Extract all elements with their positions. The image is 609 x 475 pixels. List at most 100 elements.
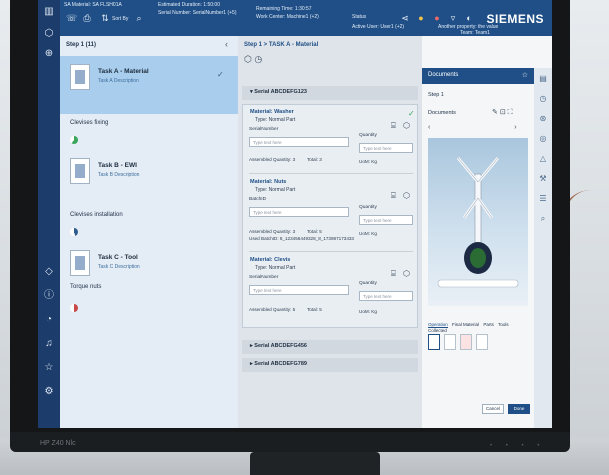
- cancel-button[interactable]: Cancel: [482, 404, 504, 414]
- scan-icon[interactable]: ⌸: [391, 269, 396, 279]
- home-icon[interactable]: ▥: [43, 6, 55, 18]
- sort-icon[interactable]: ⇅: [100, 13, 110, 23]
- settings-icon[interactable]: ⊕: [43, 48, 55, 60]
- uom: UoM: Kg: [359, 159, 377, 164]
- search-icon[interactable]: ⌕: [134, 13, 144, 23]
- check-circle-icon[interactable]: ◎: [538, 134, 548, 143]
- warning-icon[interactable]: △: [538, 154, 548, 163]
- progress-pie-icon: [70, 136, 78, 144]
- print-icon[interactable]: ⎙: [82, 13, 92, 23]
- step-header: Step 1 (11): [66, 42, 97, 48]
- clock-icon[interactable]: ◷: [254, 54, 262, 64]
- document-thumbnail[interactable]: [444, 334, 456, 350]
- scan-icon[interactable]: ⌸: [391, 121, 396, 131]
- cube-icon[interactable]: ⬡: [403, 191, 410, 200]
- cube-icon[interactable]: ⬡: [403, 269, 410, 278]
- alert-icon[interactable]: ●: [432, 13, 442, 23]
- user-icon[interactable]: ◐: [464, 13, 474, 23]
- batch-id-input[interactable]: Type text here: [249, 207, 349, 217]
- info-icon[interactable]: ⓘ: [43, 290, 55, 302]
- header-status: Status: [352, 14, 367, 20]
- task-thumbnail: [70, 250, 90, 276]
- material-type: Type: Normal Part: [255, 187, 296, 193]
- uom: UoM: Kg: [359, 309, 377, 314]
- filter-icon[interactable]: ▿: [448, 13, 458, 23]
- field-label: SerialNumber: [249, 275, 279, 280]
- scan-icon[interactable]: ⌸: [391, 191, 396, 201]
- list-icon[interactable]: ☰: [538, 194, 548, 203]
- fullscreen-icon[interactable]: ⛶: [508, 109, 513, 116]
- gear-icon[interactable]: ⚙: [43, 386, 55, 398]
- quantity-input[interactable]: Type text here: [359, 291, 413, 301]
- section-label: Torque nuts: [70, 284, 102, 290]
- task-list: Step 1 (11) ‹ Task A - Material Task A D…: [60, 36, 238, 428]
- quantity-label: Quantity: [359, 281, 377, 286]
- part-model: [437, 157, 519, 288]
- header-bar: SA Material: SA FLSH01A Estimated Durati…: [60, 0, 552, 36]
- monitor-stand: [250, 452, 380, 475]
- document-tools: ✎ ⊡ ⛶: [492, 108, 513, 117]
- task-card-a[interactable]: Task A - Material Task A Description ✓: [60, 56, 238, 114]
- task-title: Task B - EWI: [98, 162, 137, 169]
- document-thumbnail[interactable]: [460, 334, 472, 350]
- material-clevis: Material: Clevis Type: Normal Part Seria…: [243, 257, 419, 327]
- warning-icon[interactable]: ●: [416, 13, 426, 23]
- material-type: Type: Normal Part: [255, 117, 296, 123]
- fit-icon[interactable]: ⊡: [500, 109, 506, 116]
- material-title[interactable]: Material: Clevis: [250, 257, 290, 263]
- toolbar: ⬡ ◷: [244, 54, 262, 65]
- breadcrumb: Step 1 > TASK A - Material: [244, 42, 319, 48]
- tab-tools[interactable]: Tools: [498, 322, 509, 327]
- share-icon[interactable]: ⋖: [400, 13, 410, 23]
- serial-header[interactable]: ▸ Serial ABCDEFG789: [242, 358, 418, 372]
- edit-icon[interactable]: ✎: [492, 109, 498, 116]
- assembled-quantity: Assembled Quantity: 5: [249, 307, 296, 312]
- cube-icon[interactable]: ⬡: [403, 121, 410, 130]
- task-card-c[interactable]: Task C - Tool Task C Description: [60, 242, 238, 300]
- cube-icon[interactable]: ⬡: [43, 28, 55, 40]
- chart-icon[interactable]: ◔: [43, 314, 55, 326]
- total-quantity: Total: 5: [307, 229, 322, 234]
- next-icon[interactable]: ›: [514, 124, 516, 131]
- wrench-icon[interactable]: ⚒: [538, 174, 548, 183]
- star-icon[interactable]: ☆: [43, 362, 55, 374]
- header-material: SA Material: SA FLSH01A: [64, 2, 122, 8]
- document-nav: ‹ ›: [428, 124, 517, 131]
- document-thumbnail[interactable]: [476, 334, 488, 350]
- serial-panel: Material: Washer Type: Normal Part ✓ Ser…: [242, 104, 418, 328]
- task-thumbnail: [70, 158, 90, 184]
- quantity-input[interactable]: Type text here: [359, 143, 413, 153]
- tab-collected[interactable]: Collected: [428, 328, 447, 333]
- document-icon[interactable]: ▤: [538, 74, 548, 83]
- material-panel: Step 1 > TASK A - Material ⬡ ◷ ▾ Serial …: [238, 36, 422, 428]
- material-title[interactable]: Material: Nuts: [250, 179, 286, 185]
- serial-number-input[interactable]: Type text here: [249, 285, 349, 295]
- header-remaining-time: Remaining Time: 1:30:57: [256, 6, 312, 12]
- serial-header[interactable]: ▸ Serial ABCDEFG456: [242, 340, 418, 354]
- settings-icon[interactable]: ⊛: [538, 114, 548, 123]
- task-description: Task B Description: [98, 172, 140, 178]
- bell-icon[interactable]: ♫: [43, 338, 55, 350]
- document-thumbnail[interactable]: [428, 334, 440, 350]
- done-button[interactable]: Done: [508, 404, 530, 414]
- 3d-viewer[interactable]: [428, 138, 528, 306]
- tab-parts[interactable]: Parts: [483, 322, 494, 327]
- phone-icon[interactable]: ☏: [66, 13, 77, 23]
- clock-icon[interactable]: ◷: [538, 94, 548, 103]
- sort-by-label[interactable]: Sort By: [112, 16, 128, 22]
- cube-icon[interactable]: ⬡: [244, 54, 252, 64]
- star-icon[interactable]: ☆: [522, 71, 528, 79]
- search-icon[interactable]: ⌕: [538, 214, 548, 224]
- tab-final-material[interactable]: Final Material: [452, 322, 479, 327]
- task-card-b[interactable]: Task B - EWI Task B Description: [60, 150, 238, 208]
- monitor-buttons[interactable]: • • • •: [490, 443, 545, 449]
- serial-label: Serial ABCDEFG456: [254, 343, 307, 349]
- prev-icon[interactable]: ‹: [428, 124, 430, 131]
- serial-header[interactable]: ▾ Serial ABCDEFG123: [242, 86, 418, 100]
- collapse-icon[interactable]: ‹: [225, 39, 228, 49]
- tag-icon[interactable]: ◇: [43, 266, 55, 278]
- serial-number-input[interactable]: Type text here: [249, 137, 349, 147]
- material-title[interactable]: Material: Washer: [250, 109, 294, 115]
- total-quantity: Total: 3: [307, 157, 322, 162]
- quantity-input[interactable]: Type text here: [359, 215, 413, 225]
